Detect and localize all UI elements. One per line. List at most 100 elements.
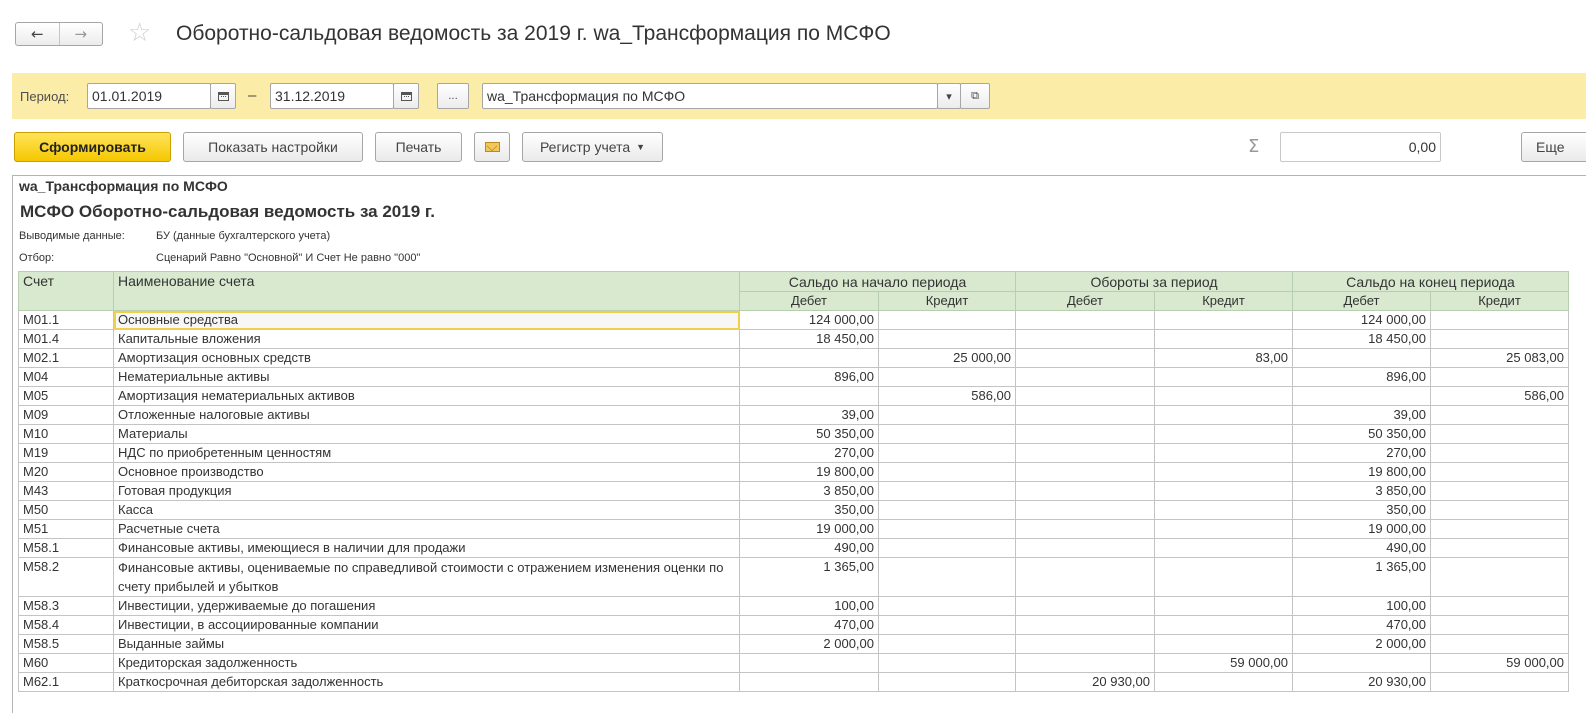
cell-account-name[interactable]: Касса [113, 500, 740, 520]
cell-account[interactable]: М04 [18, 367, 114, 387]
cell-account-name[interactable]: Основные средства [113, 310, 740, 330]
cell-account-name[interactable]: Амортизация основных средств [113, 348, 740, 368]
table-row[interactable]: М51 Расчетные счета 19 000,00 19 000,00 [18, 519, 1569, 539]
cell-account[interactable]: М19 [18, 443, 114, 463]
cell-opening-credit[interactable]: 586,00 [878, 386, 1016, 406]
cell-turnover-credit[interactable] [1154, 557, 1293, 597]
date-from-input[interactable]: 01.01.2019 [87, 83, 211, 109]
table-row[interactable]: М20 Основное производство 19 800,00 19 800,… [18, 462, 1569, 482]
cell-turnover-credit[interactable] [1154, 405, 1293, 425]
cell-opening-credit[interactable] [878, 634, 1016, 654]
cell-opening-credit[interactable] [878, 310, 1016, 330]
cell-turnover-debit[interactable] [1015, 462, 1155, 482]
cell-account[interactable]: М60 [18, 653, 114, 673]
table-row[interactable]: М43 Готовая продукция 3 850,00 3 850,00 [18, 481, 1569, 501]
cell-closing-debit[interactable]: 100,00 [1292, 596, 1431, 616]
cell-account-name[interactable]: Материалы [113, 424, 740, 444]
cell-closing-debit[interactable] [1292, 653, 1431, 673]
cell-turnover-credit[interactable] [1154, 596, 1293, 616]
cell-turnover-debit[interactable] [1015, 481, 1155, 501]
table-row[interactable]: М58.2 Финансовые активы, оцениваемые по с… [18, 557, 1569, 597]
cell-opening-credit[interactable] [878, 405, 1016, 425]
cell-turnover-debit[interactable] [1015, 443, 1155, 463]
cell-account[interactable]: М01.1 [18, 310, 114, 330]
cell-account[interactable]: М58.1 [18, 538, 114, 558]
cell-opening-credit[interactable] [878, 672, 1016, 692]
cell-account[interactable]: М10 [18, 424, 114, 444]
cell-turnover-credit[interactable]: 83,00 [1154, 348, 1293, 368]
cell-closing-debit[interactable]: 490,00 [1292, 538, 1431, 558]
cell-turnover-credit[interactable] [1154, 424, 1293, 444]
cell-opening-credit[interactable] [878, 481, 1016, 501]
table-row[interactable]: М58.5 Выданные займы 2 000,00 2 000,00 [18, 634, 1569, 654]
forward-button[interactable]: → [58, 23, 103, 45]
cell-account[interactable]: М62.1 [18, 672, 114, 692]
generate-button[interactable]: Сформировать [14, 132, 171, 162]
table-row[interactable]: М60 Кредиторская задолженность 59 000,00 59… [18, 653, 1569, 673]
cell-account[interactable]: М58.3 [18, 596, 114, 616]
cell-turnover-debit[interactable] [1015, 500, 1155, 520]
cell-account-name[interactable]: Основное производство [113, 462, 740, 482]
show-settings-button[interactable]: Показать настройки [183, 132, 363, 162]
cell-account[interactable]: М58.5 [18, 634, 114, 654]
table-row[interactable]: М09 Отложенные налоговые активы 39,00 39,00 [18, 405, 1569, 425]
cell-closing-debit[interactable] [1292, 348, 1431, 368]
cell-account[interactable]: М43 [18, 481, 114, 501]
star-icon[interactable]: ☆ [128, 18, 151, 48]
cell-closing-debit[interactable]: 20 930,00 [1292, 672, 1431, 692]
cell-account-name[interactable]: Финансовые активы, имеющиеся в наличии д… [113, 538, 740, 558]
cell-opening-credit[interactable] [878, 462, 1016, 482]
cell-account[interactable]: М01.4 [18, 329, 114, 349]
cell-turnover-debit[interactable] [1015, 386, 1155, 406]
date-to-calendar-button[interactable] [393, 83, 419, 109]
cell-opening-debit[interactable]: 350,00 [739, 500, 879, 520]
report-area[interactable]: wa_Трансформация по МСФО МСФО Оборотно-с… [12, 175, 1586, 713]
cell-closing-credit[interactable] [1430, 557, 1569, 597]
cell-turnover-debit[interactable] [1015, 367, 1155, 387]
cell-turnover-debit[interactable] [1015, 634, 1155, 654]
cell-opening-debit[interactable]: 19 000,00 [739, 519, 879, 539]
email-button[interactable] [474, 132, 510, 162]
cell-opening-debit[interactable] [739, 672, 879, 692]
cell-opening-credit[interactable] [878, 557, 1016, 597]
cell-opening-debit[interactable]: 3 850,00 [739, 481, 879, 501]
cell-opening-debit[interactable]: 50 350,00 [739, 424, 879, 444]
table-row[interactable]: М58.4 Инвестиции, в ассоциированные компа… [18, 615, 1569, 635]
cell-turnover-debit[interactable] [1015, 424, 1155, 444]
cell-closing-debit[interactable]: 3 850,00 [1292, 481, 1431, 501]
cell-closing-credit[interactable]: 59 000,00 [1430, 653, 1569, 673]
table-row[interactable]: М01.4 Капитальные вложения 18 450,00 18 450… [18, 329, 1569, 349]
cell-closing-credit[interactable] [1430, 615, 1569, 635]
cell-turnover-credit[interactable] [1154, 481, 1293, 501]
cell-closing-debit[interactable]: 19 800,00 [1292, 462, 1431, 482]
table-row[interactable]: М19 НДС по приобретенным ценностям 270,00 2… [18, 443, 1569, 463]
cell-account-name[interactable]: Инвестиции, удерживаемые до погашения [113, 596, 740, 616]
cell-turnover-credit[interactable]: 59 000,00 [1154, 653, 1293, 673]
cell-closing-credit[interactable] [1430, 462, 1569, 482]
cell-closing-debit[interactable]: 896,00 [1292, 367, 1431, 387]
cell-turnover-credit[interactable] [1154, 462, 1293, 482]
cell-closing-debit[interactable] [1292, 386, 1431, 406]
cell-closing-credit[interactable] [1430, 596, 1569, 616]
cell-opening-credit[interactable] [878, 615, 1016, 635]
table-row[interactable]: М62.1 Краткосрочная дебиторская задолженн… [18, 672, 1569, 692]
cell-closing-credit[interactable] [1430, 634, 1569, 654]
cell-account[interactable]: М09 [18, 405, 114, 425]
table-row[interactable]: М01.1 Основные средства 124 000,00 124 000,… [18, 310, 1569, 330]
cell-opening-debit[interactable] [739, 386, 879, 406]
cell-closing-debit[interactable]: 50 350,00 [1292, 424, 1431, 444]
cell-account-name[interactable]: Инвестиции, в ассоциированные компании [113, 615, 740, 635]
cell-closing-credit[interactable] [1430, 500, 1569, 520]
cell-opening-debit[interactable] [739, 653, 879, 673]
cell-opening-credit[interactable] [878, 653, 1016, 673]
cell-account-name[interactable]: Финансовые активы, оцениваемые по справе… [113, 557, 740, 597]
print-button[interactable]: Печать [375, 132, 462, 162]
cell-account-name[interactable]: Выданные займы [113, 634, 740, 654]
period-select-button[interactable]: ... [437, 83, 469, 109]
cell-closing-debit[interactable]: 350,00 [1292, 500, 1431, 520]
cell-closing-debit[interactable]: 39,00 [1292, 405, 1431, 425]
table-row[interactable]: М10 Материалы 50 350,00 50 350,00 [18, 424, 1569, 444]
cell-turnover-credit[interactable] [1154, 634, 1293, 654]
cell-account-name[interactable]: Амортизация нематериальных активов [113, 386, 740, 406]
cell-opening-debit[interactable]: 124 000,00 [739, 310, 879, 330]
